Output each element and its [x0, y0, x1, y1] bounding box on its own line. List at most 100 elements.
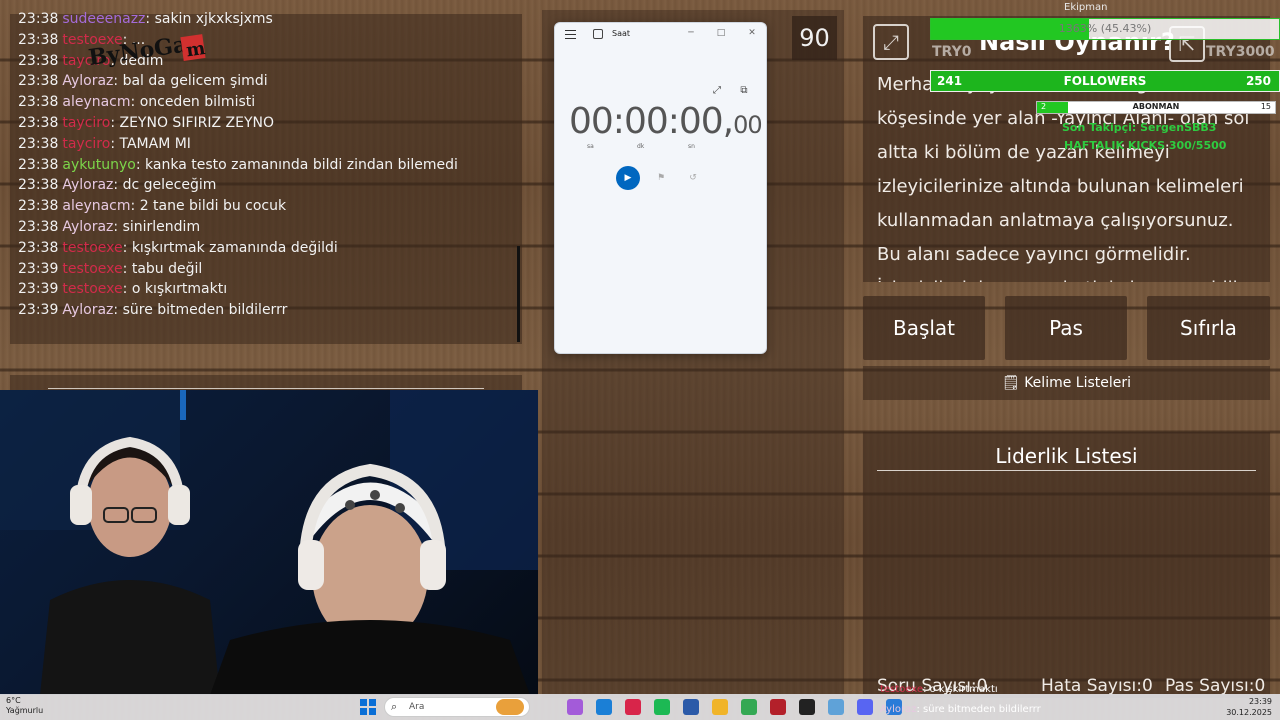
chat-username[interactable]: Ayloraz [62, 302, 113, 318]
taskbar-app-icon[interactable] [683, 699, 699, 715]
chat-message: 23:38 tayciro: ZEYNO SIFIRIZ ZEYNO [18, 115, 274, 131]
weather-temp: 6°C [6, 696, 21, 705]
chat-text: kışkırtmak zamanında değildi [131, 239, 338, 256]
goal-max-label: TRY3000 [1206, 44, 1275, 60]
pass-count: Pas Sayısı:0 [1165, 676, 1266, 696]
leaderboard-panel: Liderlik Listesi Soru Sayısı:0 Hata Sayı… [863, 432, 1270, 698]
chat-username[interactable]: tayciro [62, 115, 110, 131]
windows-start-icon[interactable] [360, 699, 376, 715]
window-title: Saat [612, 29, 631, 38]
fullscreen-icon[interactable]: ⤢ [873, 24, 909, 60]
minutes-label: dk [637, 143, 645, 150]
followers-label: FOLLOWERS [1063, 74, 1147, 88]
taskbar-app-icon[interactable] [654, 699, 670, 715]
divider [48, 388, 484, 389]
goal-min-label: TRY0 [932, 44, 972, 60]
weather-widget[interactable]: 6°C Yağmurlu [6, 696, 43, 716]
chat-message: 23:38 tayciro: TAMAM MI [18, 136, 191, 152]
taskbar-app-icon[interactable] [712, 699, 728, 715]
stopwatch-display: 00:00:00,00 [569, 101, 763, 142]
chat-username[interactable]: tayciro [62, 136, 110, 152]
chat-separator: : [122, 281, 132, 298]
chat-username[interactable]: sudeeenazz [62, 11, 145, 27]
chat-username[interactable]: Ayloraz [62, 219, 113, 235]
round-timer-counter: 90 [792, 16, 837, 60]
chat-text: o kışkırtmaktı [131, 281, 228, 298]
hamburger-menu-icon[interactable] [565, 30, 576, 39]
chat-timestamp: 23:39 [18, 302, 59, 319]
overlay-chat-line: Ayloraz: süre bitmeden bildilerrr [880, 704, 1041, 715]
pass-button[interactable]: Pas [1005, 296, 1127, 360]
taskbar-app-icon[interactable] [496, 699, 524, 715]
chat-separator: : [122, 260, 132, 277]
chat-timestamp: 23:38 [18, 156, 59, 173]
goal-name: Ekipman [1064, 2, 1108, 13]
taskbar-app-icon[interactable] [857, 699, 873, 715]
word-lists-button[interactable]: 🗒 Kelime Listeleri [863, 366, 1270, 400]
seconds-label: sn [688, 143, 695, 150]
donation-goal-bar: 1363% (45.43%) [930, 18, 1280, 40]
taskbar-app-icon[interactable] [625, 699, 641, 715]
chat-message: 23:39 testoexe: o kışkırtmaktı [18, 281, 227, 297]
chat-message: 23:39 Ayloraz: süre bitmeden bildilerrr [18, 302, 287, 318]
taskbar-app-icon[interactable] [828, 699, 844, 715]
taskbar-app-icon[interactable] [741, 699, 757, 715]
maximize-icon[interactable]: □ [714, 26, 728, 40]
chat-username[interactable]: testoexe [62, 281, 122, 297]
close-icon[interactable]: ✕ [745, 26, 759, 40]
chat-message: 23:38 Ayloraz: bal da gelicem şimdi [18, 73, 268, 89]
search-icon: ⌕ [391, 700, 398, 713]
expand-icon[interactable]: ⤢ [711, 85, 723, 97]
chat-separator: : [113, 219, 123, 235]
reset-icon[interactable]: ↺ [687, 172, 699, 184]
taskbar-app-icon[interactable] [596, 699, 612, 715]
compact-overlay-icon[interactable]: ⧉ [738, 85, 750, 97]
notepad-icon: 🗒 [1001, 375, 1020, 391]
chat-timestamp: 23:38 [18, 198, 59, 215]
taskbar-app-icon[interactable] [567, 699, 583, 715]
chat-message: 23:38 aykutunyo: kanka testo zamanında bi… [18, 157, 458, 173]
reset-button[interactable]: Sıfırla [1147, 296, 1270, 360]
chat-username[interactable]: aleynacm [62, 198, 130, 214]
chat-username[interactable]: Ayloraz [62, 73, 113, 89]
chat-timestamp: 23:38 [18, 73, 59, 90]
chat-separator: : [122, 239, 132, 256]
chat-timestamp: 23:38 [18, 219, 59, 235]
chat-message: 23:38 Ayloraz: dc geleceğim [18, 177, 216, 193]
last-follower-text: Son Takipçi: SergenSBB3 [1062, 121, 1217, 134]
start-button[interactable]: Başlat [863, 296, 985, 360]
chat-timestamp: 23:38 [18, 135, 59, 152]
clock-time: 23:39 [1248, 697, 1272, 706]
clock-app-window[interactable]: Saat ─ □ ✕ ⤢ ⧉ 00:00:00,00 sa dk sn ▶ ⚑ … [554, 22, 767, 354]
overlay-chat-user: testoexe [880, 684, 924, 695]
chat-separator: : [110, 135, 120, 152]
chat-scrollbar[interactable] [517, 246, 520, 342]
chat-timestamp: 23:38 [18, 239, 59, 256]
chat-username[interactable]: testoexe [62, 240, 122, 256]
chat-message: 23:39 testoexe: tabu değil [18, 261, 202, 277]
clock-date: 30.12.2025 [1226, 708, 1272, 717]
weekly-kicks-text: HAFTALIK KICKS 300/5500 [1064, 139, 1227, 152]
minimize-icon[interactable]: ─ [684, 26, 698, 40]
chat-username[interactable]: aykutunyo [62, 157, 136, 173]
chat-username[interactable]: testoexe [62, 261, 122, 277]
window-titlebar[interactable]: Saat ─ □ ✕ [555, 23, 766, 47]
taskbar-app-icon[interactable] [799, 699, 815, 715]
chat-separator: : [113, 177, 123, 194]
chat-timestamp: 23:38 [18, 31, 59, 48]
taskbar-app-icon[interactable] [770, 699, 786, 715]
chat-text: sakin xjkxksjxms [154, 11, 273, 27]
taskbar-clock[interactable]: 23:39 30.12.2025 [1226, 696, 1272, 718]
play-button[interactable]: ▶ [616, 166, 640, 190]
chat-username[interactable]: aleynacm [62, 94, 130, 110]
chat-timestamp: 23:38 [18, 11, 59, 27]
chat-text: bal da gelicem şimdi [122, 73, 268, 90]
svg-text:ByNoGa: ByNoGa [87, 32, 189, 70]
windows-taskbar: 6°C Yağmurlu ⌕ Ara 23:39 30.12.2025 [0, 694, 1280, 720]
chat-text: 2 tane bildi bu cocuk [139, 198, 287, 215]
subscribers-target: 15 [1260, 102, 1271, 111]
chat-username[interactable]: Ayloraz [62, 177, 113, 193]
chat-text: dc geleceğim [122, 177, 217, 194]
lap-flag-icon[interactable]: ⚑ [655, 172, 667, 184]
chat-text: tabu değil [131, 260, 203, 277]
